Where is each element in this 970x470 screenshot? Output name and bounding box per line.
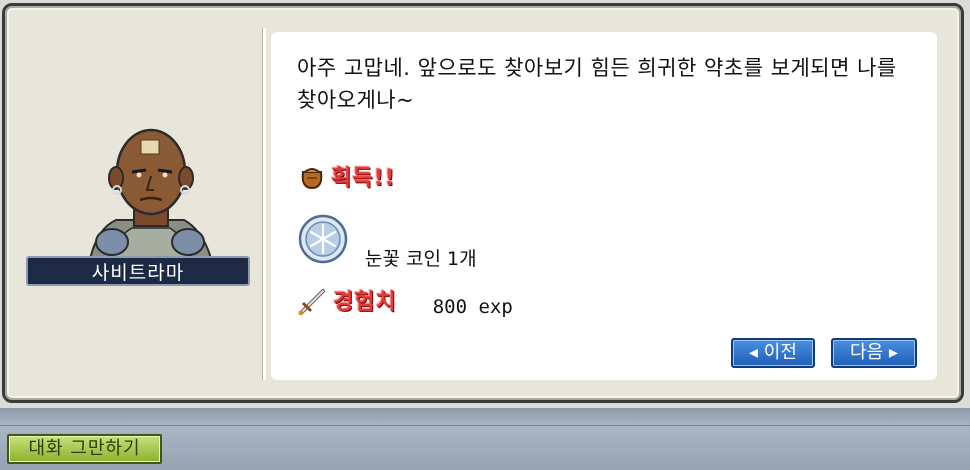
game-screen: 사비트라마 아주 고맙네. 앞으로도 찾아보기 힘든 희귀한 약초를 보게되면 … [0,0,970,470]
bag-icon [301,168,323,190]
npc-name-plate: 사비트라마 [26,256,250,286]
exp-row: 경험치 800 exp [297,282,513,318]
prev-button[interactable]: ◂ 이전 [731,338,815,368]
item-row: 눈꽃 코인 1개 [297,206,477,271]
snowflake-coin-icon [298,214,348,263]
reward-item-name: 눈꽃 코인 1개 [365,248,477,270]
dialog-text-panel: 아주 고맙네. 앞으로도 찾아보기 힘든 희귀한 약초를 보게되면 나를 찾아오… [271,32,937,380]
end-chat-button[interactable]: 대화 그만하기 [7,434,162,464]
panel-divider [262,28,266,380]
sword-icon [298,289,325,315]
exp-value: 800 exp [432,296,513,318]
next-button[interactable]: 다음 ▸ [831,338,917,368]
npc-panel: 사비트라마 [14,24,260,380]
obtain-row: 획득!! [297,160,396,192]
npc-message: 아주 고맙네. 앞으로도 찾아보기 힘든 희귀한 약초를 보게되면 나를 찾아오… [297,56,897,112]
obtain-heading: 획득!! [331,166,396,191]
exp-heading: 경험치 [333,290,397,315]
